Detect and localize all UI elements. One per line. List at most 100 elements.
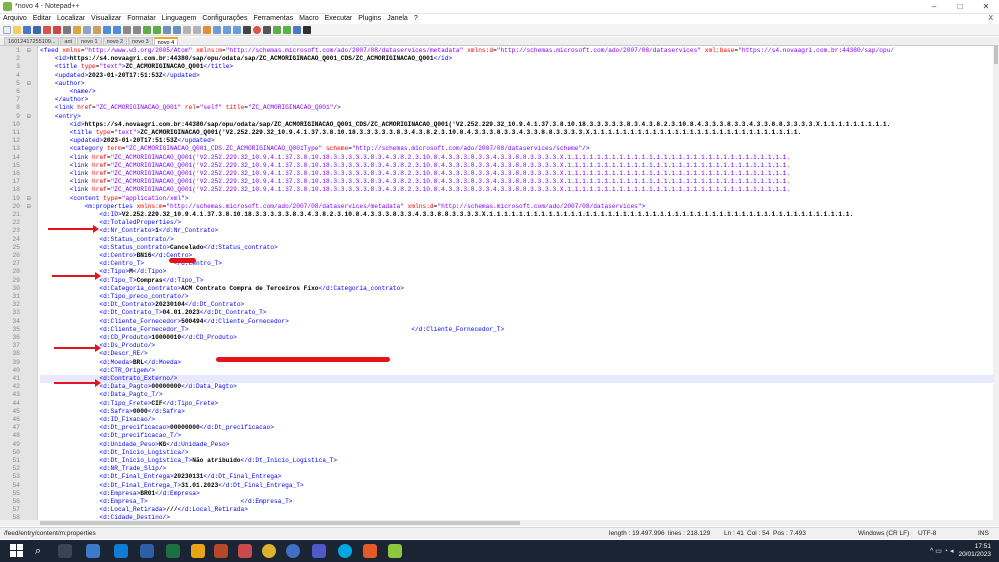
zoom-out-icon[interactable]	[153, 25, 161, 34]
code-line[interactable]: <d:Categoria_contrato>ACM Contrato Compr…	[40, 285, 993, 293]
app-icon-blue[interactable]	[114, 544, 128, 558]
skype-icon[interactable]	[338, 544, 352, 558]
plugin-icon[interactable]	[303, 25, 311, 34]
code-line[interactable]: <d:Cliente_Fornecedor_T> </d:Cliente_For…	[40, 326, 993, 334]
tab-novo-2[interactable]: novo 2	[102, 37, 128, 45]
fold-toggle-icon[interactable]: ⊟	[27, 47, 33, 55]
outlook-icon[interactable]	[86, 544, 100, 558]
code-line[interactable]: <id>https://s4.novaagri.com.br:44380/sap…	[40, 55, 993, 63]
code-line[interactable]: <d:Dt_Inicio_Logistica/>	[40, 449, 993, 457]
browser-icon[interactable]	[286, 544, 300, 558]
code-line[interactable]: <d:Descr_RE/>	[40, 350, 993, 358]
file-explorer-icon[interactable]	[191, 544, 205, 558]
code-line[interactable]: <title type="text">ZC_ACMORIGINACAO_Q001…	[40, 129, 993, 137]
function-list-icon[interactable]	[223, 25, 231, 34]
indent-guide-icon[interactable]	[193, 25, 201, 34]
code-line[interactable]: <d:Cliente_Fornecedor>500494</d:Cliente_…	[40, 318, 993, 326]
code-line[interactable]: <link href="ZC_ACMORIGINACAO_Q001('V2.25…	[40, 170, 993, 178]
save-macro-icon[interactable]	[293, 25, 301, 34]
code-line[interactable]: <entry>	[40, 113, 993, 121]
code-line[interactable]: <d:NR_Trade_Slip/>	[40, 465, 993, 473]
open-file-icon[interactable]	[13, 25, 21, 34]
tab-file-2[interactable]: ant	[60, 37, 77, 45]
menu-plugins[interactable]: Plugins	[355, 14, 384, 24]
language-icon[interactable]	[203, 25, 211, 34]
chrome-icon[interactable]	[262, 544, 276, 558]
system-clock[interactable]: 17:51 20/01/2023	[958, 543, 991, 559]
menu-configuracoes[interactable]: Configurações	[199, 14, 250, 24]
zoom-in-icon[interactable]	[143, 25, 151, 34]
code-line[interactable]: <d:Data_Pagto_T/>	[40, 391, 993, 399]
menu-executar[interactable]: Executar	[322, 14, 356, 24]
code-line[interactable]: <d:Dt_Contrato_T>04.01.2023</d:Dt_Contra…	[40, 309, 993, 317]
monitor-icon[interactable]	[243, 25, 251, 34]
code-line[interactable]: <id>https://s4.novaagri.com.br:44380/sap…	[40, 121, 993, 129]
code-line[interactable]: <d:Tipo_T>Compras</d:Tipo_T>	[40, 277, 993, 285]
code-line[interactable]: <d:Tipo_Frete>CIF</d:Tipo_Frete>	[40, 400, 993, 408]
notepadpp-taskbar-icon[interactable]	[388, 544, 402, 558]
code-line[interactable]: <d:CTR_Origem/>	[40, 367, 993, 375]
menu-localizar[interactable]: Localizar	[54, 14, 88, 24]
powerpoint-icon[interactable]	[214, 544, 228, 558]
code-line[interactable]: <d:Data_Pagto>00000000</d:Data_Pagto>	[40, 383, 993, 391]
find-icon[interactable]	[123, 25, 131, 34]
code-line[interactable]: </author>	[40, 96, 993, 104]
tab-novo-1[interactable]: novo 1	[77, 37, 102, 45]
undo-icon[interactable]	[103, 25, 111, 34]
code-line[interactable]: <link href="ZC_ACMORIGINACAO_Q001" rel="…	[40, 104, 993, 112]
code-line[interactable]: <link href="ZC_ACMORIGINACAO_Q001('V2.25…	[40, 162, 993, 170]
code-line[interactable]: <link href="ZC_ACMORIGINACAO_Q001('V2.25…	[40, 186, 993, 194]
menu-formatar[interactable]: Formatar	[124, 14, 158, 24]
code-line[interactable]: <d:ID>V2.252.229.32_10.9.4.1.37.3.8.10.1…	[40, 211, 993, 219]
tab-novo-4[interactable]: novo 4	[153, 37, 179, 45]
menu-editar[interactable]: Editar	[30, 14, 54, 24]
teams-icon[interactable]	[312, 544, 326, 558]
copy-icon[interactable]	[83, 25, 91, 34]
menu-macro[interactable]: Macro	[296, 14, 321, 24]
maximize-button[interactable]: □	[947, 0, 973, 14]
code-line[interactable]: <d:ID_Fixacao/>	[40, 416, 993, 424]
close-document-icon[interactable]: X	[988, 14, 993, 24]
code-line[interactable]: <link href="ZC_ACMORIGINACAO_Q001('V2.25…	[40, 178, 993, 186]
code-line[interactable]: <link href="ZC_ACMORIGINACAO_Q001('V2.25…	[40, 154, 993, 162]
code-line[interactable]: <d:Dt_Inicio_Logistica_T>Não atribuído</…	[40, 457, 993, 465]
code-line[interactable]: <d:Tipo>M</d:Tipo>	[40, 268, 993, 276]
code-line[interactable]: <d:Safra>0000</d:Safra>	[40, 408, 993, 416]
replace-icon[interactable]	[133, 25, 141, 34]
show-all-chars-icon[interactable]	[183, 25, 191, 34]
code-line[interactable]: <feed xmlns="http://www.w3.org/2005/Atom…	[40, 47, 993, 55]
close-file-icon[interactable]	[43, 25, 51, 34]
code-view[interactable]: <feed xmlns="http://www.w3.org/2005/Atom…	[40, 46, 993, 520]
cut-icon[interactable]	[73, 25, 81, 34]
excel-icon[interactable]	[166, 544, 180, 558]
code-line[interactable]: <author>	[40, 80, 993, 88]
code-line[interactable]: <d:Dt_Contrato>20230104</d:Dt_Contrato>	[40, 301, 993, 309]
code-line[interactable]: <d:Dt_Final_Entrega_T>31.01.2023</d:Dt_F…	[40, 482, 993, 490]
code-line[interactable]: <category term="ZC_ACMORIGINACAO_Q001_CD…	[40, 145, 993, 153]
code-line[interactable]: <d:Dt_precificacao>00000000</d:Dt_precif…	[40, 424, 993, 432]
menu-arquivo[interactable]: Arquivo	[0, 14, 30, 24]
snip-icon[interactable]	[363, 544, 377, 558]
word-wrap-icon[interactable]	[173, 25, 181, 34]
fold-toggle-icon[interactable]: ⊟	[27, 113, 33, 121]
code-line[interactable]: <d:Status_contrato/>	[40, 236, 993, 244]
code-line[interactable]: <d:Ds_Produto/>	[40, 342, 993, 350]
tray-icons[interactable]: ^ ▭ ◔ ◂	[930, 547, 953, 555]
code-line[interactable]: <d:CD_Produto>10000010</d:CD_Produto>	[40, 334, 993, 342]
menu-ferramentas[interactable]: Ferramentas	[250, 14, 296, 24]
menu-linguagem[interactable]: Linguagem	[159, 14, 200, 24]
close-all-icon[interactable]	[53, 25, 61, 34]
run-macro-multiple-icon[interactable]	[283, 25, 291, 34]
folder-as-workspace-icon[interactable]	[233, 25, 241, 34]
app-icon-v[interactable]	[140, 544, 154, 558]
doc-map-icon[interactable]	[213, 25, 221, 34]
code-line[interactable]: <d:Empresa_T> </d:Empresa_T>	[40, 498, 993, 506]
redo-icon[interactable]	[113, 25, 121, 34]
code-line[interactable]: <d:Unidade_Peso>KG</d:Unidade_Peso>	[40, 441, 993, 449]
new-file-icon[interactable]	[3, 25, 11, 34]
code-line[interactable]: <d:Local_Retirada>///</d:Local_Retirada>	[40, 506, 993, 514]
code-line[interactable]: <d:Empresa>BR01</d:Empresa>	[40, 490, 993, 498]
close-button[interactable]: ✕	[973, 0, 999, 14]
code-line[interactable]: <d:Nr_Contrato>1</d:Nr_Contrato>	[40, 227, 993, 235]
save-all-icon[interactable]	[33, 25, 41, 34]
